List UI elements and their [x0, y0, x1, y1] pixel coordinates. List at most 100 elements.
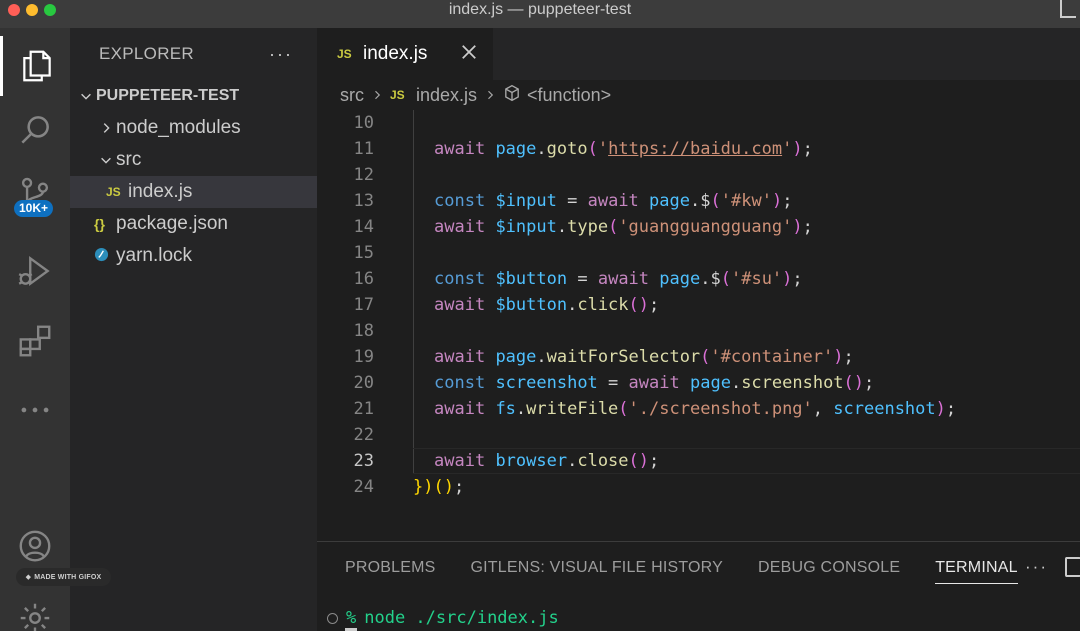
layout-toggle-icon[interactable]: [1060, 0, 1076, 18]
search-icon[interactable]: [0, 100, 70, 160]
code-text: await $input.type('guangguangguang');: [434, 217, 813, 237]
tree-item-src[interactable]: src: [70, 144, 317, 176]
tree-item-yarn-lock[interactable]: yarn.lock: [70, 240, 317, 272]
line-number: 16: [353, 269, 374, 289]
explorer-sidebar: EXPLORER ··· PUPPETEER-TEST node_modules…: [70, 28, 317, 631]
code-line: 15: [317, 240, 1080, 266]
editor-tabs: JS index.js: [317, 28, 1080, 80]
line-number: 18: [353, 321, 374, 341]
bottom-panel: PROBLEMS GITLENS: VISUAL FILE HISTORY DE…: [317, 541, 1080, 631]
panel-tabs: PROBLEMS GITLENS: VISUAL FILE HISTORY DE…: [345, 552, 1018, 584]
source-control-icon[interactable]: 10K+: [0, 164, 70, 224]
code-area[interactable]: 10 11 await page.goto('https://baidu.com'…: [317, 110, 1080, 500]
code-line: 18: [317, 318, 1080, 344]
breadcrumb-file[interactable]: index.js: [416, 85, 477, 106]
tree-item-label: yarn.lock: [116, 245, 193, 266]
source-control-badge: 10K+: [14, 200, 54, 217]
code-line: 22: [317, 422, 1080, 448]
code-line: 16 const $button = await page.$('#su');: [317, 266, 1080, 292]
panel-maximize-icon[interactable]: [1065, 557, 1080, 577]
chevron-right-icon: [370, 89, 384, 101]
js-file-icon: JS: [390, 88, 405, 102]
code-line: 20 const screenshot = await page.screensh…: [317, 370, 1080, 396]
code-line: 13 const $input = await page.$('#kw');: [317, 188, 1080, 214]
settings-icon[interactable]: [0, 588, 70, 631]
tree-item-label: index.js: [128, 181, 193, 202]
code-line-current: 23 await browser.close();: [317, 448, 1080, 474]
terminal-prompt: %: [346, 608, 357, 628]
line-number: 24: [353, 477, 374, 497]
code-text: await fs.writeFile('./screenshot.png', s…: [434, 399, 957, 419]
tree-root-label: PUPPETEER-TEST: [96, 87, 240, 104]
tree-item-label: node_modules: [116, 117, 241, 138]
code-line: 19 await page.waitForSelector('#container…: [317, 344, 1080, 370]
tree-root-folder[interactable]: PUPPETEER-TEST: [70, 80, 317, 112]
fox-icon: ◆: [25, 574, 32, 581]
accounts-icon[interactable]: [0, 516, 70, 576]
line-number: 19: [353, 347, 374, 367]
code-text: await page.waitForSelector('#container')…: [434, 347, 854, 367]
close-icon[interactable]: [459, 42, 479, 62]
sidebar-title: EXPLORER: [99, 44, 194, 63]
explorer-icon[interactable]: [0, 36, 70, 96]
chevron-right-icon: [96, 121, 116, 135]
code-text: await browser.close();: [434, 451, 660, 471]
line-number: 17: [353, 295, 374, 315]
line-number: 15: [353, 243, 374, 263]
tab-label: index.js: [363, 43, 428, 64]
tree-item-node-modules[interactable]: node_modules: [70, 112, 317, 144]
tree-item-index-js[interactable]: JS index.js: [70, 176, 317, 208]
line-number: 10: [353, 113, 374, 133]
line-number: 11: [353, 139, 374, 159]
panel-more-button[interactable]: ···: [1025, 557, 1048, 577]
tab-debug-console[interactable]: DEBUG CONSOLE: [758, 552, 900, 584]
code-line: 10: [317, 110, 1080, 136]
code-text: await $button.click();: [434, 295, 660, 315]
code-line: 11 await page.goto('https://baidu.com');: [317, 136, 1080, 162]
code-line: 17 await $button.click();: [317, 292, 1080, 318]
tab-problems[interactable]: PROBLEMS: [345, 552, 436, 584]
line-number: 20: [353, 373, 374, 393]
tree-item-package-json[interactable]: {} package.json: [70, 208, 317, 240]
title-bar: index.js — puppeteer-test: [0, 0, 1080, 28]
editor: JS index.js src JS index.js <function> 1…: [317, 28, 1080, 541]
json-file-icon: {}: [94, 216, 105, 232]
cube-icon: [503, 84, 521, 107]
more-icon[interactable]: [0, 380, 70, 440]
extensions-icon[interactable]: [0, 311, 70, 371]
code-text: const screenshot = await page.screenshot…: [434, 373, 875, 393]
window-title: index.js — puppeteer-test: [448, 1, 632, 18]
breadcrumb-symbol[interactable]: <function>: [527, 85, 611, 106]
yarn-file-icon: [94, 247, 116, 265]
line-number: 21: [353, 399, 374, 419]
code-line: 12: [317, 162, 1080, 188]
line-number: 22: [353, 425, 374, 445]
code-line: 14 await $input.type('guangguangguang');: [317, 214, 1080, 240]
code-text: const $input = await page.$('#kw');: [434, 191, 793, 211]
js-file-icon: JS: [337, 47, 352, 61]
sidebar-header: EXPLORER ···: [70, 28, 317, 80]
line-number: 23: [353, 451, 374, 471]
breadcrumb-folder[interactable]: src: [340, 85, 364, 106]
line-number: 12: [353, 165, 374, 185]
chevron-right-icon: [483, 89, 497, 101]
code-line: 21 await fs.writeFile('./screenshot.png',…: [317, 396, 1080, 422]
chevron-down-icon: [76, 89, 96, 103]
tab-index-js[interactable]: JS index.js: [317, 28, 493, 80]
activity-bar: 10K+: [0, 28, 70, 631]
run-debug-icon[interactable]: [0, 241, 70, 301]
code-text: const $button = await page.$('#su');: [434, 269, 803, 289]
code-text: })();: [413, 477, 465, 497]
terminal-command: node ./src/index.js: [364, 608, 559, 628]
watermark-text: MADE WITH GIFOX: [34, 573, 102, 581]
tree-item-label: package.json: [116, 213, 228, 234]
line-number: 13: [353, 191, 374, 211]
code-text: await page.goto('https://baidu.com');: [434, 139, 813, 159]
js-file-icon: JS: [106, 185, 121, 199]
chevron-down-icon: [96, 153, 116, 167]
tab-terminal[interactable]: TERMINAL: [935, 552, 1018, 584]
sidebar-more-button[interactable]: ···: [269, 44, 293, 65]
code-line: 24 })();: [317, 474, 1080, 500]
tab-gitlens-history[interactable]: GITLENS: VISUAL FILE HISTORY: [471, 552, 724, 584]
terminal-line[interactable]: % node ./src/index.js: [327, 608, 559, 628]
